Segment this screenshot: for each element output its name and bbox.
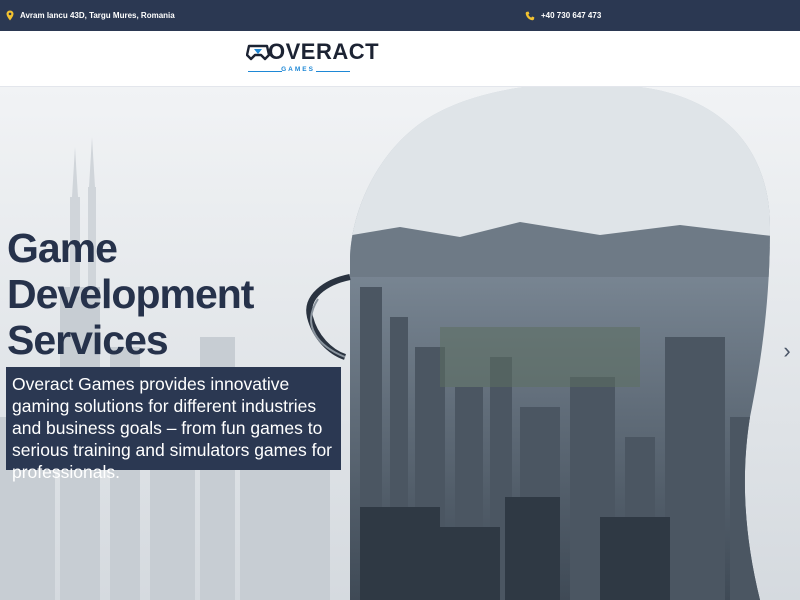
chevron-right-icon[interactable]: › — [778, 339, 796, 363]
site-header: OVERACT GAMES — [0, 31, 800, 87]
phone-number[interactable]: +40 730 647 473 — [541, 11, 601, 20]
site-logo[interactable]: OVERACT GAMES — [246, 39, 379, 79]
logo-wordmark: OVERACT — [268, 39, 380, 64]
phone-item[interactable]: +40 730 647 473 — [525, 0, 601, 31]
top-contact-bar: Avram Iancu 43D, Targu Mures, Romania +4… — [0, 0, 800, 31]
hero-description: Overact Games provides innovative gaming… — [6, 367, 341, 482]
headline-line-1: Game — [7, 225, 118, 271]
logo-underline-right — [316, 71, 350, 72]
map-pin-icon — [6, 10, 14, 21]
address-text: Avram Iancu 43D, Targu Mures, Romania — [20, 11, 175, 20]
controller-logo-icon — [246, 44, 270, 61]
hero-headline: Game Development Services — [7, 225, 337, 363]
phone-icon — [525, 11, 535, 21]
hero-slider: Game Development Services Overact Games … — [0, 87, 800, 600]
headline-line-2: Development — [7, 271, 254, 317]
headline-line-3: Services — [7, 317, 169, 363]
address-item: Avram Iancu 43D, Targu Mures, Romania — [6, 0, 175, 31]
